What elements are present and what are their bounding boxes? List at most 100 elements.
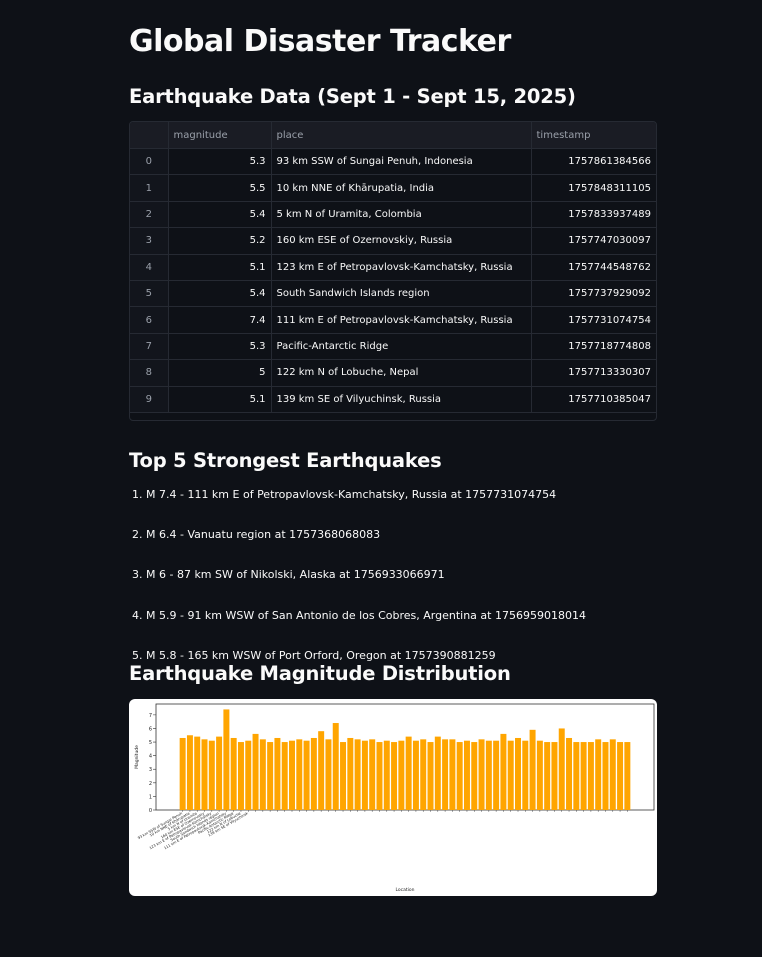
list-item: M 5.8 - 165 km WSW of Port Orford, Orego… bbox=[146, 649, 586, 663]
cell-place: Pacific-Antarctic Ridge bbox=[271, 333, 532, 361]
y-tick-label: 5 bbox=[149, 740, 152, 746]
table-row[interactable]: 2 5.4 5 km N of Uramita, Colombia 175783393… bbox=[130, 201, 656, 229]
bar bbox=[493, 740, 500, 810]
bar bbox=[449, 739, 456, 810]
bar bbox=[522, 740, 529, 810]
bar bbox=[398, 740, 405, 810]
bar bbox=[267, 742, 274, 810]
column-header-index[interactable] bbox=[130, 122, 169, 149]
bar bbox=[325, 739, 332, 810]
bar bbox=[500, 733, 507, 810]
distribution-heading: Earthquake Magnitude Distribution bbox=[129, 662, 511, 685]
cell-timestamp: 1757713330307 bbox=[531, 359, 656, 387]
bar bbox=[296, 739, 303, 810]
bar bbox=[318, 731, 325, 810]
table-row[interactable]: 9 5.1 139 km SE of Vilyuchinsk, Russia 1757… bbox=[130, 386, 656, 413]
bar bbox=[223, 709, 230, 810]
table-row[interactable]: 8 5 122 km N of Lobuche, Nepal 175771333030… bbox=[130, 359, 656, 387]
y-tick-label: 1 bbox=[149, 794, 152, 800]
table-row[interactable]: 6 7.4 111 km E of Petropavlovsk-Kamchatsky… bbox=[130, 306, 656, 334]
y-tick-label: 7 bbox=[149, 713, 152, 719]
column-header-timestamp[interactable]: timestamp bbox=[531, 122, 656, 149]
cell-timestamp: 1757833937489 bbox=[531, 201, 656, 229]
bar bbox=[515, 737, 521, 810]
bar bbox=[347, 737, 354, 810]
bar bbox=[580, 742, 587, 810]
table-row[interactable]: 7 5.3 Pacific-Antarctic Ridge 1757718774808 bbox=[130, 333, 656, 361]
y-tick-label: 4 bbox=[149, 754, 152, 760]
row-index: 7 bbox=[130, 333, 169, 361]
cell-place: 5 km N of Uramita, Colombia bbox=[271, 201, 532, 229]
cell-magnitude: 5.1 bbox=[168, 386, 272, 413]
list-item: M 5.9 - 91 km WSW of San Antonio de los … bbox=[146, 609, 586, 623]
bar bbox=[595, 739, 602, 810]
y-tick-label: 3 bbox=[149, 767, 152, 773]
row-index: 6 bbox=[130, 306, 169, 334]
top5-heading: Top 5 Strongest Earthquakes bbox=[129, 449, 442, 472]
cell-magnitude: 5.4 bbox=[168, 280, 272, 308]
bar bbox=[194, 736, 201, 810]
bar bbox=[573, 742, 580, 810]
cell-place: 10 km NNE of Khārupatia, India bbox=[271, 174, 532, 202]
bar bbox=[274, 737, 281, 810]
cell-timestamp: 1757718774808 bbox=[531, 333, 656, 361]
x-axis-label: Location bbox=[395, 887, 414, 893]
bar bbox=[369, 739, 376, 810]
table-row[interactable]: 5 5.4 South Sandwich Islands region 1757737… bbox=[130, 280, 656, 308]
bar bbox=[529, 729, 536, 810]
bar bbox=[332, 723, 339, 810]
bar bbox=[179, 737, 186, 810]
earthquake-dataframe[interactable]: magnitude place timestamp 0 5.3 93 km SSW … bbox=[129, 121, 657, 421]
bar bbox=[442, 739, 449, 810]
cell-timestamp: 1757848311105 bbox=[531, 174, 656, 202]
table-row[interactable]: 1 5.5 10 km NNE of Khārupatia, India 175784… bbox=[130, 174, 656, 202]
table-header-row: magnitude place timestamp bbox=[130, 122, 656, 149]
bar bbox=[303, 740, 310, 810]
cell-place: 139 km SE of Vilyuchinsk, Russia bbox=[271, 386, 532, 413]
cell-magnitude: 7.4 bbox=[168, 306, 272, 334]
bar bbox=[507, 740, 514, 810]
bar bbox=[624, 742, 631, 810]
cell-place: 122 km N of Lobuche, Nepal bbox=[271, 359, 532, 387]
bar bbox=[281, 742, 288, 810]
cell-timestamp: 1757731074754 bbox=[531, 306, 656, 334]
list-item: M 6 - 87 km SW of Nikolski, Alaska at 17… bbox=[146, 568, 586, 582]
cell-timestamp: 1757744548762 bbox=[531, 254, 656, 281]
y-tick-label: 0 bbox=[149, 808, 152, 814]
column-header-place[interactable]: place bbox=[271, 122, 532, 149]
bar bbox=[405, 736, 412, 810]
table-row[interactable]: 4 5.1 123 km E of Petropavlovsk-Kamchatsky… bbox=[130, 254, 656, 281]
bar bbox=[230, 737, 237, 810]
row-index: 0 bbox=[130, 148, 169, 176]
cell-place: 93 km SSW of Sungai Penuh, Indonesia bbox=[271, 148, 532, 176]
bar bbox=[201, 739, 208, 810]
cell-place: 111 km E of Petropavlovsk-Kamchatsky, Ru… bbox=[271, 306, 532, 334]
row-index: 4 bbox=[130, 254, 169, 281]
bar bbox=[463, 740, 470, 810]
bar bbox=[566, 737, 573, 810]
bar bbox=[558, 728, 565, 810]
table-row[interactable]: 0 5.3 93 km SSW of Sungai Penuh, Indonesia… bbox=[130, 148, 656, 176]
bar bbox=[609, 739, 616, 810]
bar bbox=[456, 742, 463, 810]
bar bbox=[471, 742, 478, 810]
magnitude-chart-svg: 01234567Magnitude93 km SSW of Sungai Pen… bbox=[134, 703, 655, 893]
bar bbox=[289, 740, 295, 810]
top5-list: M 7.4 - 111 km E of Petropavlovsk-Kamcha… bbox=[129, 488, 586, 689]
row-index: 1 bbox=[130, 174, 169, 202]
earthquake-data-heading: Earthquake Data (Sept 1 - Sept 15, 2025) bbox=[129, 85, 576, 108]
list-item: M 6.4 - Vanuatu region at 1757368068083 bbox=[146, 528, 586, 542]
bar bbox=[617, 742, 624, 810]
cell-magnitude: 5.3 bbox=[168, 333, 272, 361]
bar bbox=[587, 742, 594, 810]
bar bbox=[237, 742, 244, 810]
bar bbox=[216, 736, 223, 810]
bar bbox=[427, 742, 434, 810]
cell-magnitude: 5 bbox=[168, 359, 272, 387]
bar bbox=[376, 742, 383, 810]
table-row[interactable]: 3 5.2 160 km ESE of Ozernovskiy, Russia 175… bbox=[130, 227, 656, 255]
row-index: 9 bbox=[130, 386, 169, 413]
cell-timestamp: 1757747030097 bbox=[531, 227, 656, 255]
cell-timestamp: 1757737929092 bbox=[531, 280, 656, 308]
column-header-magnitude[interactable]: magnitude bbox=[168, 122, 272, 149]
